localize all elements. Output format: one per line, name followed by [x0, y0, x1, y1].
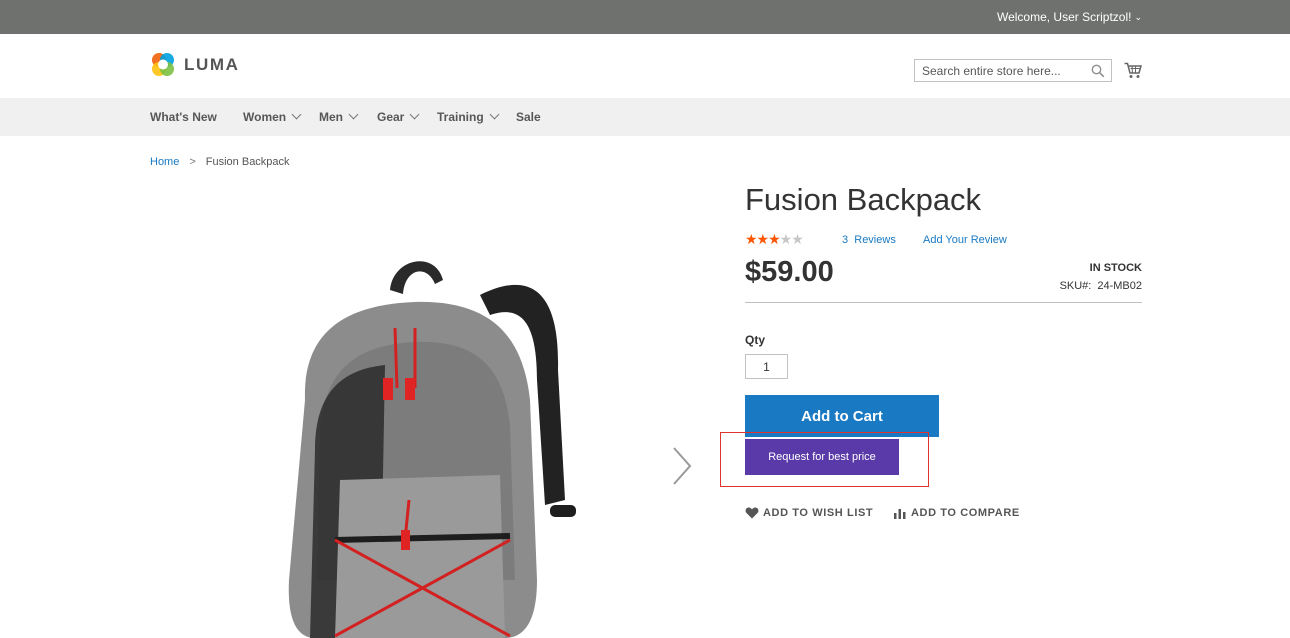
add-to-wish-list-link[interactable]: ADD TO WISH LIST	[745, 507, 873, 519]
welcome-menu[interactable]: Welcome, User Scriptzol! ⌄	[997, 10, 1142, 24]
nav-item-whats-new[interactable]: What's New	[150, 110, 217, 124]
cart-icon[interactable]	[1124, 62, 1142, 79]
nav-item-label: What's New	[150, 110, 217, 124]
reviews-link[interactable]: 3 Reviews	[842, 234, 896, 246]
wish-list-label: ADD TO WISH LIST	[763, 507, 874, 519]
heart-icon	[745, 507, 759, 519]
nav-item-women[interactable]: Women	[243, 109, 302, 124]
qty-label: Qty	[745, 333, 766, 347]
logo[interactable]: LUMA	[150, 52, 240, 78]
sku-label: SKU#:	[1059, 280, 1092, 292]
search-box	[914, 59, 1112, 82]
nav-item-label: Men	[319, 110, 343, 124]
chevron-down-icon: ⌄	[1134, 12, 1142, 22]
chevron-down-icon	[348, 109, 359, 120]
logo-text: LUMA	[184, 55, 240, 74]
compare-icon	[894, 509, 906, 519]
breadcrumb-home-link[interactable]: Home	[150, 156, 179, 168]
nav-item-sale[interactable]: Sale	[516, 110, 541, 124]
stock-status: IN STOCK	[1089, 262, 1142, 274]
breadcrumb-current: Fusion Backpack	[205, 156, 290, 168]
welcome-text: Welcome, User Scriptzol!	[996, 10, 1132, 24]
divider	[745, 302, 1142, 303]
product-price: $59.00	[745, 256, 834, 288]
nav-item-label: Sale	[516, 110, 541, 124]
nav-item-label: Women	[243, 110, 287, 124]
breadcrumb-separator: >	[189, 156, 196, 168]
request-best-price-button[interactable]: Request for best price	[745, 439, 899, 475]
compare-label: ADD TO COMPARE	[911, 507, 1020, 519]
qty-input[interactable]	[745, 354, 788, 379]
main-nav: What's New Women Men Gear Training Sale	[0, 98, 1290, 136]
header: LUMA	[0, 34, 1290, 98]
chevron-down-icon	[291, 109, 302, 120]
rating-stars: ★★★★★	[745, 231, 804, 248]
reviews-count: 3	[842, 234, 849, 246]
breadcrumb: Home > Fusion Backpack	[150, 156, 290, 168]
chevron-down-icon	[489, 109, 500, 120]
add-review-link[interactable]: Add Your Review	[923, 234, 1007, 246]
add-to-cart-button[interactable]: Add to Cart	[745, 395, 939, 437]
nav-item-label: Gear	[377, 110, 405, 124]
star-icon: ★★★	[745, 231, 781, 247]
search-icon[interactable]	[1091, 64, 1105, 78]
chevron-down-icon	[409, 109, 420, 120]
search-input[interactable]	[915, 60, 1092, 81]
add-to-compare-link[interactable]: ADD TO COMPARE	[893, 507, 1020, 519]
star-icon: ★★	[779, 231, 804, 247]
top-bar: Welcome, User Scriptzol! ⌄	[0, 0, 1290, 34]
next-image-arrow-icon[interactable]	[670, 446, 694, 486]
nav-item-men[interactable]: Men	[319, 109, 359, 124]
nav-item-gear[interactable]: Gear	[377, 109, 420, 124]
product-image[interactable]	[275, 250, 585, 638]
sku: SKU#: 24-MB02	[1060, 280, 1142, 292]
reviews-label: Reviews	[854, 234, 896, 246]
nav-item-training[interactable]: Training	[437, 109, 500, 124]
product-title: Fusion Backpack	[745, 182, 982, 217]
sku-value: 24-MB02	[1097, 280, 1142, 292]
nav-item-label: Training	[437, 110, 484, 124]
luma-logo-icon	[152, 53, 174, 76]
